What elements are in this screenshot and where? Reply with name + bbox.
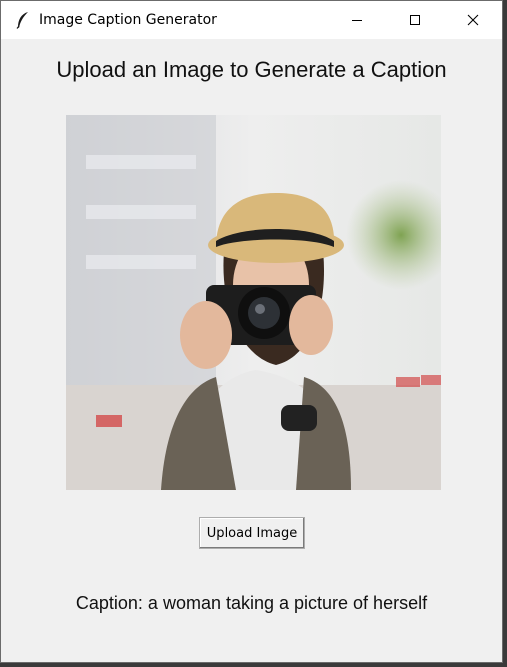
minimize-button[interactable] [328,1,386,39]
feather-icon [13,10,33,30]
maximize-button[interactable] [386,1,444,39]
close-button[interactable] [444,1,502,39]
app-window: Image Caption Generator Upload an Image … [0,0,503,663]
window-controls [328,1,502,39]
page-heading: Upload an Image to Generate a Caption [56,57,447,82]
minimize-icon [351,11,363,30]
maximize-icon [409,11,421,30]
close-icon [467,11,479,30]
caption-text: Caption: a woman taking a picture of her… [75,593,428,613]
upload-image-button[interactable]: Upload Image [199,517,305,549]
photo-image [66,115,441,490]
title-bar[interactable]: Image Caption Generator [1,1,502,39]
window-title: Image Caption Generator [39,12,217,28]
